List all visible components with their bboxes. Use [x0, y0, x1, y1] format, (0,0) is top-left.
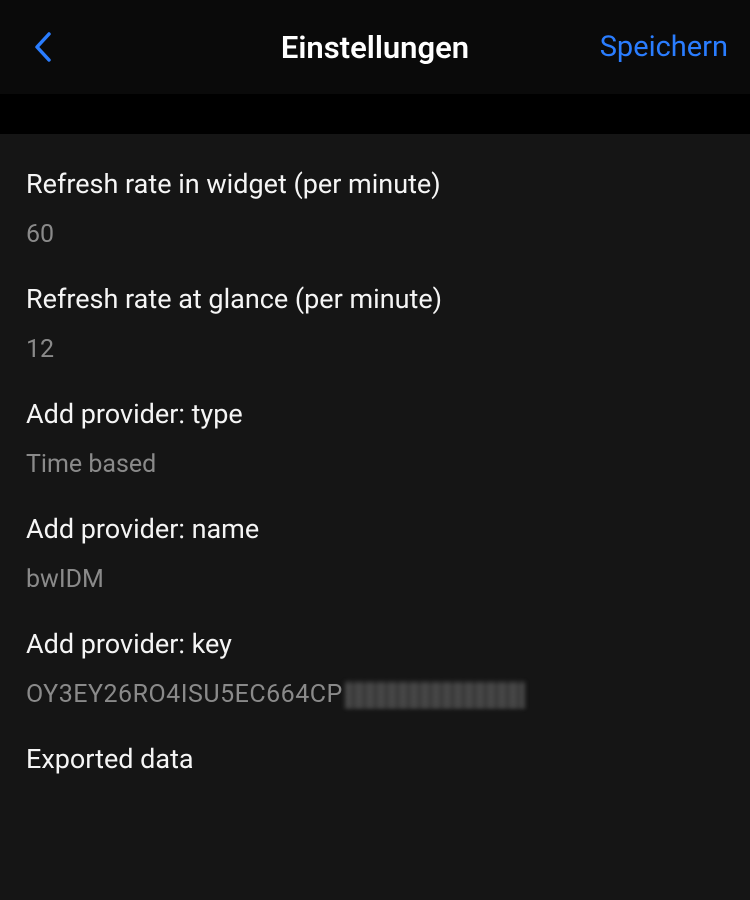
setting-label: Refresh rate at glance (per minute) — [26, 283, 724, 315]
setting-exported-data[interactable]: Exported data — [26, 709, 724, 775]
chevron-left-icon — [34, 32, 51, 62]
save-button[interactable]: Speichern — [600, 30, 728, 64]
setting-value: 60 — [26, 220, 724, 249]
back-button[interactable] — [22, 27, 62, 67]
setting-provider-name[interactable]: Add provider: name bwIDM — [26, 479, 724, 594]
provider-key-visible: OY3EY26RO4ISU5EC664CP — [26, 680, 343, 709]
setting-value: Time based — [26, 450, 724, 479]
provider-key-redacted — [345, 682, 525, 708]
setting-value: bwIDM — [26, 565, 724, 594]
setting-refresh-glance[interactable]: Refresh rate at glance (per minute) 12 — [26, 249, 724, 364]
settings-list: Refresh rate in widget (per minute) 60 R… — [0, 134, 750, 900]
setting-provider-key[interactable]: Add provider: key OY3EY26RO4ISU5EC664CP — [26, 594, 724, 709]
setting-value: OY3EY26RO4ISU5EC664CP — [26, 680, 724, 709]
setting-label: Add provider: name — [26, 513, 724, 545]
page-title: Einstellungen — [281, 29, 469, 66]
setting-label: Add provider: type — [26, 398, 724, 430]
setting-label: Refresh rate in widget (per minute) — [26, 168, 724, 200]
setting-label: Exported data — [26, 743, 724, 775]
setting-label: Add provider: key — [26, 628, 724, 660]
setting-refresh-widget[interactable]: Refresh rate in widget (per minute) 60 — [26, 134, 724, 249]
setting-value: 12 — [26, 335, 724, 364]
separator-band — [0, 94, 750, 134]
header: Einstellungen Speichern — [0, 0, 750, 94]
setting-provider-type[interactable]: Add provider: type Time based — [26, 364, 724, 479]
